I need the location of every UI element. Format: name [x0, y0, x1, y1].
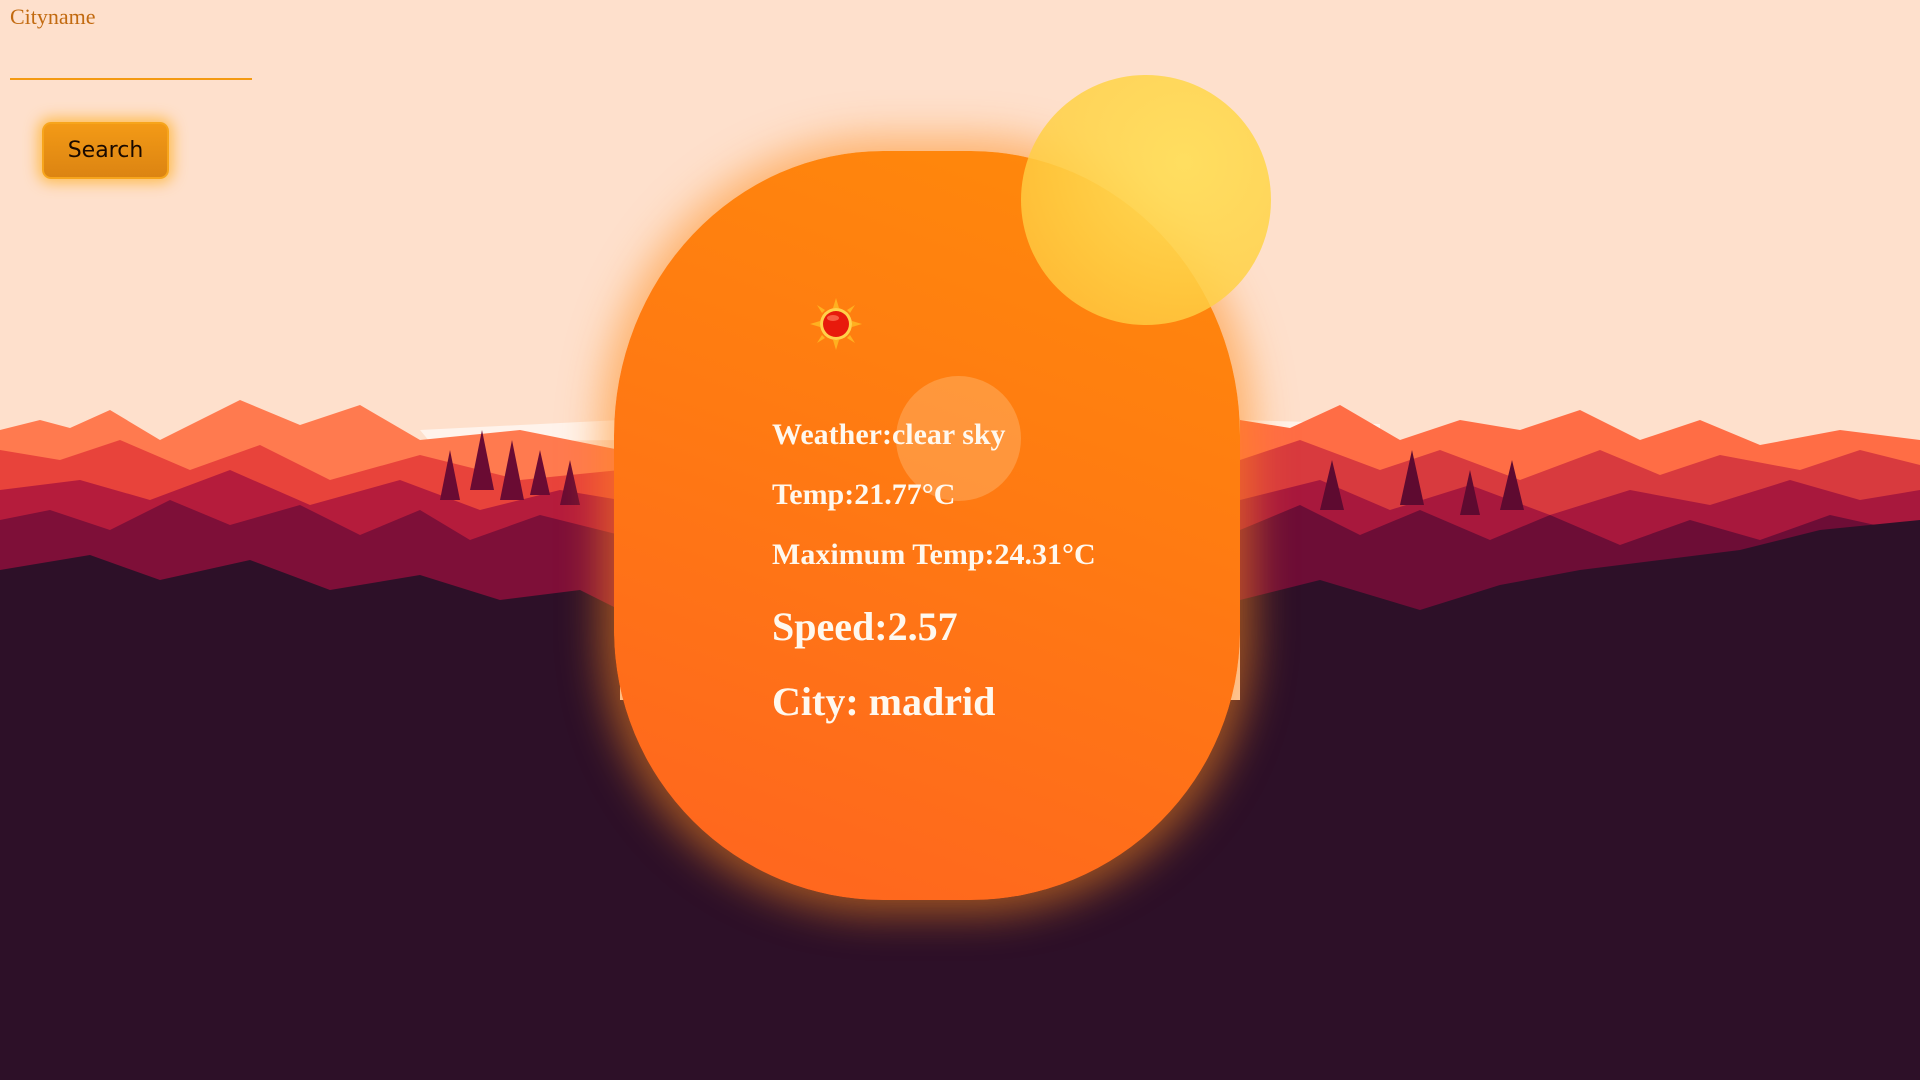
cityname-label: Cityname — [10, 4, 96, 29]
weather-app: Cityname Search Weather:clear sky Temp:2… — [0, 0, 1920, 1080]
decorative-sun-circle — [1021, 75, 1271, 325]
sun-icon — [810, 298, 862, 350]
search-button[interactable]: Search — [42, 122, 169, 179]
search-form: Cityname Search — [10, 4, 252, 179]
maximum-temperature: Maximum Temp:24.31°C — [772, 538, 1096, 571]
weather-description: Weather:clear sky — [772, 418, 1006, 451]
wind-speed: Speed:2.57 — [772, 604, 958, 649]
cityname-input[interactable] — [10, 32, 252, 80]
city-name: City: madrid — [772, 679, 996, 724]
temperature: Temp:21.77°C — [772, 478, 956, 511]
